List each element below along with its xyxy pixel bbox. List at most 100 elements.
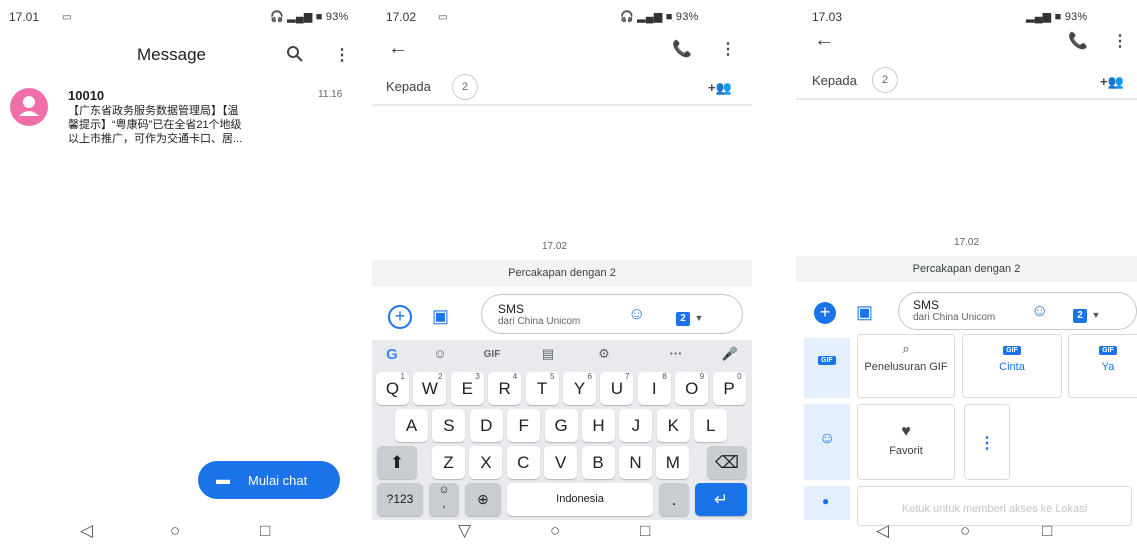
nav-back-button[interactable]: ◁ <box>80 521 93 541</box>
sticker-icon[interactable]: ☺ <box>428 346 452 361</box>
nav-recents-button[interactable]: □ <box>640 521 650 541</box>
nav-home-button[interactable]: ○ <box>550 521 560 541</box>
key-r[interactable]: R4 <box>488 372 522 405</box>
battery-level: 93% <box>675 11 699 23</box>
symbols-key[interactable]: ?123 <box>377 483 423 516</box>
phone-icon[interactable]: 📞 <box>672 40 692 60</box>
key-i[interactable]: I8 <box>637 372 671 405</box>
shift-key[interactable]: ⬆ <box>377 446 417 479</box>
key-b[interactable]: B <box>581 446 615 479</box>
add-attachment-icon[interactable]: + <box>814 302 836 324</box>
add-attachment-icon[interactable]: + <box>388 305 412 329</box>
key-k[interactable]: K <box>656 409 690 442</box>
conversation-time: 11.16 <box>318 89 343 100</box>
location-tile[interactable]: Ketuk untuk memberi akses ke Lokasi <box>857 486 1132 526</box>
notification-icon: ▭ <box>438 12 448 23</box>
key-t[interactable]: T5 <box>525 372 559 405</box>
key-c[interactable]: C <box>506 446 540 479</box>
favorites-tile[interactable]: ♥ Favorit <box>857 404 955 480</box>
compose-field[interactable]: SMS dari China Unicom ☺ 2 ▼ <box>481 294 743 334</box>
more-options-icon[interactable]: ⋮ <box>334 46 350 66</box>
more-icon[interactable]: ··· <box>664 346 688 361</box>
nav-back-button[interactable]: ▽ <box>458 521 471 541</box>
key-y[interactable]: Y6 <box>563 372 596 405</box>
status-icons: ▂▄▆ ■ 93% <box>1026 10 1087 23</box>
key-n[interactable]: N <box>619 446 652 479</box>
gallery-icon[interactable]: ▣ <box>856 302 873 323</box>
key-l[interactable]: L <box>694 409 728 442</box>
key-e[interactable]: E3 <box>450 372 484 405</box>
signal-icon: ▂▄▆ <box>1026 11 1052 23</box>
sim-selector[interactable]: 2 ▼ <box>1073 305 1100 323</box>
search-icon[interactable] <box>286 45 304 67</box>
google-icon[interactable]: G <box>380 346 404 363</box>
key-z[interactable]: Z <box>432 446 465 479</box>
gif-icon: GIF <box>818 356 836 365</box>
key-h[interactable]: H <box>582 409 615 442</box>
nav-back-button[interactable]: ◁ <box>876 521 889 541</box>
clipboard-icon[interactable]: ▤ <box>536 346 560 362</box>
sim-selector[interactable]: 2 ▼ <box>676 308 703 326</box>
key-q[interactable]: Q1 <box>376 372 409 405</box>
key-m[interactable]: M <box>656 446 690 479</box>
globe-icon[interactable]: ⊕ <box>465 483 501 516</box>
person-icon <box>19 96 39 116</box>
gif-category-ya[interactable]: GIF Ya <box>1068 334 1137 398</box>
key-v[interactable]: V <box>544 446 578 479</box>
nav-recents-button[interactable]: □ <box>260 521 270 541</box>
key-a[interactable]: A <box>395 409 428 442</box>
key-u[interactable]: U7 <box>600 372 634 405</box>
screen-message-list: 17.01 ▭ 🎧 ▂▄▆ ■ 93% Message ⋮ 10010 11.1… <box>0 0 360 544</box>
search-gif-tile[interactable]: ⌕ Penelusuran GIF <box>857 334 955 398</box>
conversation-sender: 10010 <box>68 88 105 103</box>
gif-category-cinta[interactable]: GIF Cinta <box>962 334 1062 398</box>
more-stickers-tile[interactable]: ⋮ <box>964 404 1010 480</box>
gallery-icon[interactable]: ▣ <box>432 306 449 327</box>
start-chat-button[interactable]: ▬ Mulai chat <box>198 461 340 499</box>
back-arrow-icon[interactable]: ← <box>388 38 408 58</box>
key-f[interactable]: F <box>507 409 541 442</box>
category-location-tab[interactable]: ● <box>804 486 850 520</box>
settings-icon[interactable]: ⚙ <box>592 346 616 362</box>
nav-recents-button[interactable]: □ <box>1042 521 1052 541</box>
period-key[interactable]: . <box>659 483 689 516</box>
key-j[interactable]: J <box>619 409 653 442</box>
back-arrow-icon[interactable]: ← <box>814 30 834 50</box>
key-w[interactable]: W2 <box>413 372 447 405</box>
category-gif-tab[interactable]: GIF <box>804 338 850 398</box>
avatar <box>10 88 48 126</box>
conversation-row[interactable]: 10010 11.16 【广东省政务服务数据管理局】【温 馨提示】“粤康码”已在… <box>0 84 360 150</box>
backspace-key[interactable]: ⌫ <box>707 446 747 479</box>
compose-field[interactable]: SMS dari China Unicom ☺ 2 ▼ <box>898 292 1137 330</box>
divider <box>796 98 1137 100</box>
cinta-label: Cinta <box>999 361 1025 373</box>
key-g[interactable]: G <box>544 409 578 442</box>
microphone-icon[interactable]: 🎤 <box>718 346 742 362</box>
key-o[interactable]: O9 <box>675 372 709 405</box>
add-person-icon[interactable]: +👥 <box>708 78 732 98</box>
key-x[interactable]: X <box>469 446 503 479</box>
recipient-count: 2 <box>872 67 898 93</box>
more-options-icon[interactable]: ⋮ <box>720 40 736 60</box>
emoji-icon[interactable]: ☺ <box>628 304 645 324</box>
nav-home-button[interactable]: ○ <box>960 521 970 541</box>
key-s[interactable]: S <box>432 409 466 442</box>
gif-button[interactable]: GIF <box>480 349 504 360</box>
add-person-icon[interactable]: +👥 <box>1100 72 1124 92</box>
phone-icon[interactable]: 📞 <box>1068 32 1088 52</box>
recipient-chip[interactable]: 2 <box>872 67 898 93</box>
recipient-count: 2 <box>452 74 478 100</box>
battery-icon: ■ <box>315 11 323 23</box>
compose-title: SMS <box>913 298 940 312</box>
key-p[interactable]: P0 <box>712 372 746 405</box>
more-options-icon[interactable]: ⋮ <box>1112 32 1128 52</box>
enter-key[interactable]: ↵ <box>695 483 747 516</box>
nav-home-button[interactable]: ○ <box>170 521 180 541</box>
category-sticker-tab[interactable]: ☺ <box>804 404 850 480</box>
key-d[interactable]: D <box>469 409 503 442</box>
space-key[interactable]: Indonesia <box>507 483 653 516</box>
emoji-icon[interactable]: ☺ <box>1031 301 1048 321</box>
recipient-chip[interactable]: 2 <box>452 74 478 100</box>
conversation-banner: Percakapan dengan 2 <box>372 260 752 286</box>
emoji-comma-key[interactable]: ☺, <box>429 483 459 516</box>
